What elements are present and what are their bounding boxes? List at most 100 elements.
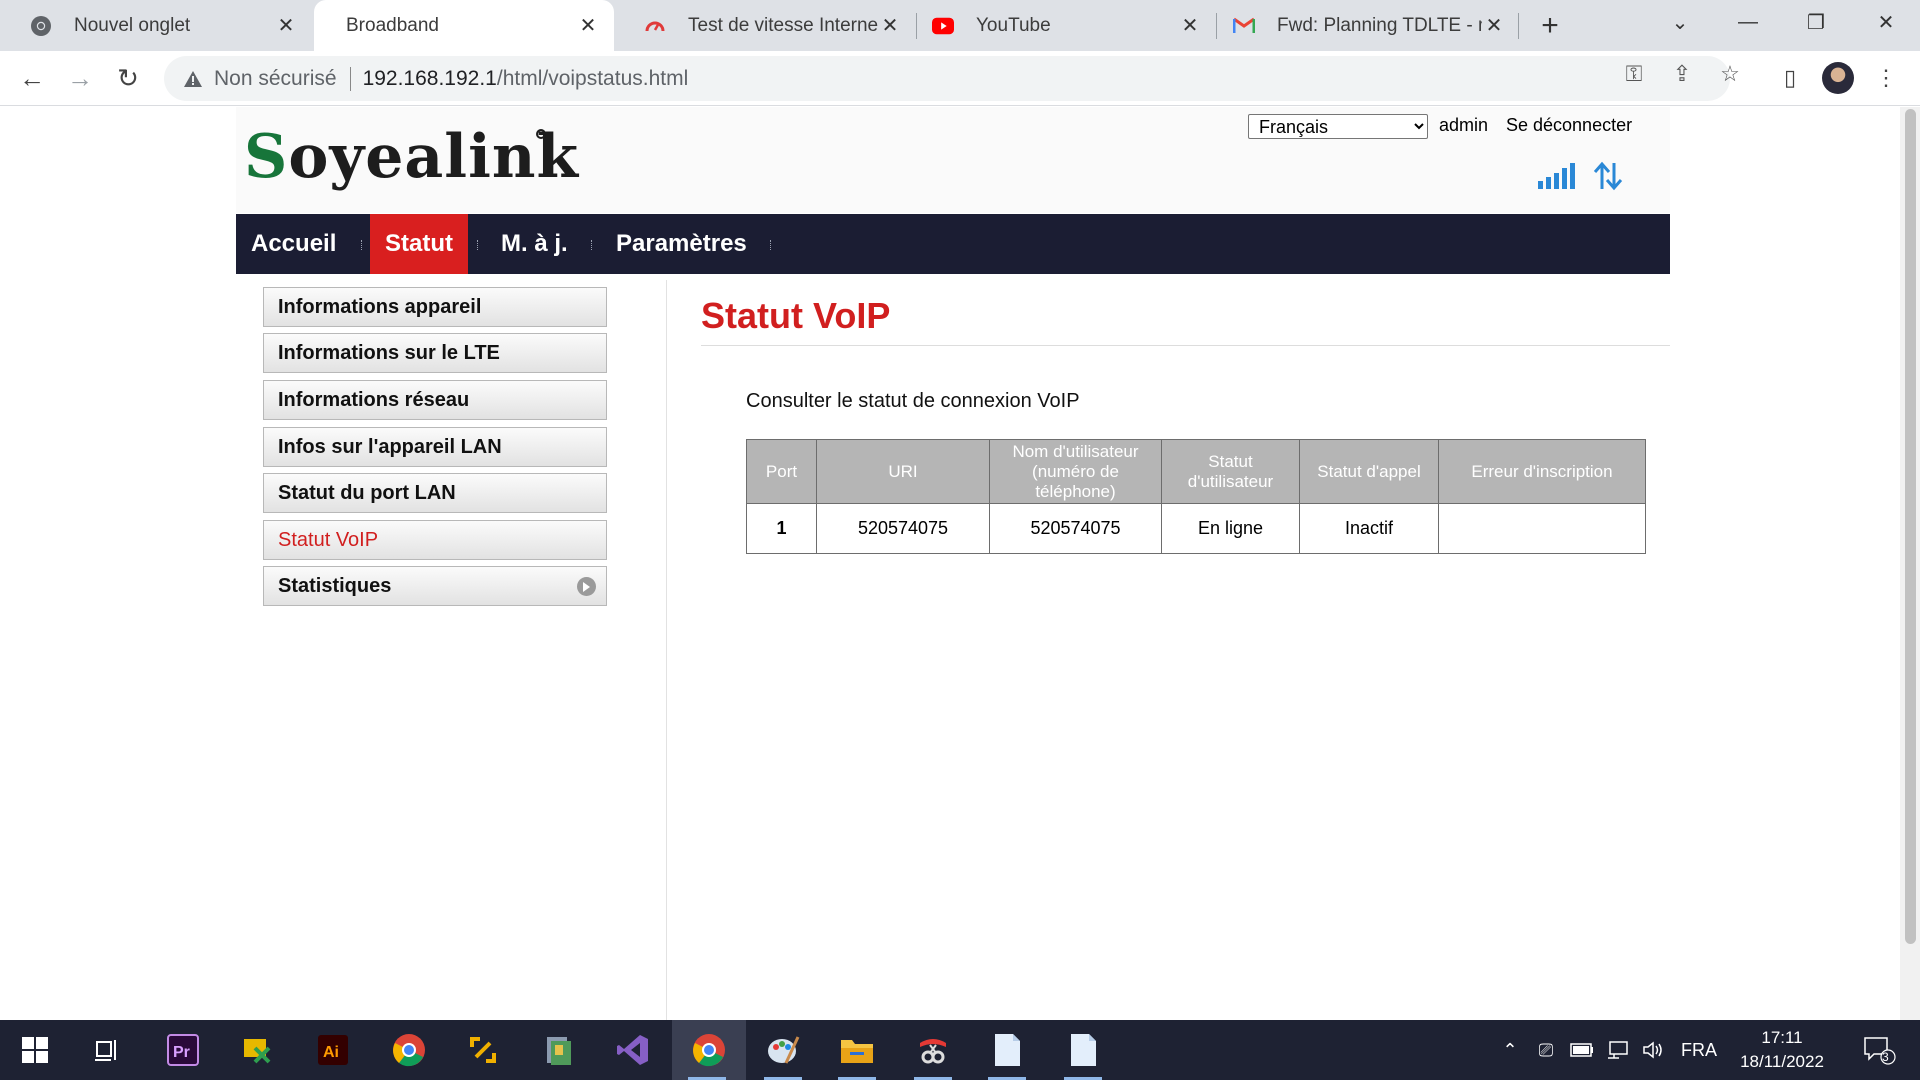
table-row: 1 520574075 520574075 En ligne Inactif — [746, 503, 1646, 554]
cell-registration-error — [1438, 503, 1646, 554]
tab-youtube[interactable]: YouTube ✕ — [902, 0, 1216, 51]
input-language-indicator[interactable]: FRA — [1676, 1020, 1722, 1080]
start-button[interactable] — [0, 1020, 70, 1080]
chrome-active-icon[interactable] — [672, 1020, 746, 1080]
minimize-button[interactable]: — — [1720, 0, 1776, 44]
volume-icon[interactable] — [1638, 1020, 1670, 1080]
illustrator-icon[interactable]: Ai — [298, 1020, 368, 1080]
snipping-tool-icon[interactable] — [898, 1020, 968, 1080]
meet-now-icon[interactable]: ⎚ — [1532, 1020, 1560, 1080]
close-icon[interactable]: ✕ — [878, 14, 902, 38]
signal-strength-icon — [1538, 163, 1575, 189]
notepad-icon-2[interactable] — [1048, 1020, 1118, 1080]
back-button[interactable]: ← — [14, 60, 50, 96]
column-header-uri: URI — [816, 439, 990, 504]
arrows-app-icon[interactable] — [448, 1020, 518, 1080]
sidebar-item-informations-reseau[interactable]: Informations réseau — [263, 380, 607, 420]
close-icon[interactable]: ✕ — [576, 14, 600, 38]
close-icon[interactable]: ✕ — [274, 14, 298, 38]
sidebar-item-statistiques[interactable]: Statistiques — [263, 566, 607, 606]
tab-gmail[interactable]: Fwd: Planning TDLTE - mc ✕ — [1203, 0, 1520, 51]
nav-parametres[interactable]: Paramètres — [601, 214, 762, 274]
archive-app-icon[interactable] — [524, 1020, 594, 1080]
nav-accueil[interactable]: Accueil — [236, 214, 351, 274]
divider — [349, 66, 351, 91]
browser-toolbar: ← → ↻ Non sécurisé 192.168.192.1/html/vo… — [0, 51, 1920, 106]
url-host: 192.168.192.1 — [362, 66, 497, 90]
tab-broadband[interactable]: Broadband ✕ — [314, 0, 614, 51]
new-tab-button[interactable]: + — [1534, 9, 1566, 42]
close-window-button[interactable]: ✕ — [1858, 0, 1914, 44]
sidebar-item-label: Statistiques — [278, 574, 392, 597]
url-path: /html/voipstatus.html — [496, 66, 689, 90]
security-label[interactable]: Non sécurisé — [214, 67, 337, 91]
logo-dot — [536, 129, 546, 139]
sidebar-item-statut-voip[interactable]: Statut VoIP — [263, 520, 607, 560]
sidebar-item-label: Informations réseau — [278, 388, 470, 411]
tab-nouvel-onglet[interactable]: Nouvel onglet ✕ — [0, 0, 312, 51]
chrome-taskbar-icon[interactable] — [374, 1020, 444, 1080]
notification-center-button[interactable]: 3 — [1854, 1020, 1904, 1080]
sidebar-item-informations-lte[interactable]: Informations sur le LTE — [263, 333, 607, 373]
sidebar-item-statut-port-lan[interactable]: Statut du port LAN — [263, 473, 607, 513]
cell-user-status: En ligne — [1161, 503, 1300, 554]
title-divider — [701, 345, 1670, 346]
sidebar-item-label: Infos sur l'appareil LAN — [278, 435, 502, 458]
key-icon[interactable]: ⚿ — [1622, 61, 1646, 86]
remote-app-icon[interactable] — [222, 1020, 292, 1080]
side-panel-icon[interactable]: ▯ — [1772, 60, 1808, 96]
close-icon[interactable]: ✕ — [1482, 14, 1506, 38]
warning-icon — [182, 68, 204, 90]
chevron-up-icon[interactable]: ⌃ — [1496, 1020, 1524, 1080]
browser-tab-strip: Nouvel onglet ✕ Broadband ✕ Test de vite… — [0, 0, 1920, 51]
chrome-icon — [30, 15, 52, 37]
cell-port: 1 — [746, 503, 817, 554]
notification-count: 3 — [1882, 1050, 1889, 1064]
language-select[interactable]: Français — [1248, 114, 1428, 139]
sidebar-item-label: Statut VoIP — [278, 528, 379, 551]
scrollbar-thumb[interactable] — [1905, 109, 1916, 944]
task-view-button[interactable] — [72, 1020, 142, 1080]
cell-username: 520574075 — [989, 503, 1162, 554]
tab-title: Fwd: Planning TDLTE - mc — [1277, 14, 1482, 36]
close-icon[interactable]: ✕ — [1178, 14, 1202, 38]
windows-taskbar: Pr Ai ⌃ ⎚ FRA 17:11 18/11/2022 3 — [0, 1020, 1920, 1080]
tab-title: Test de vitesse Internet | F — [688, 14, 878, 36]
nav-separator — [477, 240, 478, 250]
column-header-user-status: Statut d'utilisateur — [1161, 439, 1300, 504]
cell-call-status: Inactif — [1299, 503, 1439, 554]
table-header-row: Port URI Nom d'utilisateur (numéro de té… — [746, 439, 1646, 504]
page-viewport: Soyealink Français admin Se déconnecter … — [0, 107, 1900, 1020]
speedtest-icon — [644, 15, 666, 37]
nav-separator — [770, 240, 771, 250]
nav-mise-a-jour[interactable]: M. à j. — [486, 214, 583, 274]
profile-button[interactable] — [1820, 60, 1856, 96]
sidebar-item-infos-appareil-lan[interactable]: Infos sur l'appareil LAN — [263, 427, 607, 467]
nav-statut[interactable]: Statut — [370, 214, 468, 274]
tab-search-icon[interactable]: ⌄ — [1652, 0, 1708, 44]
file-explorer-icon[interactable] — [822, 1020, 892, 1080]
battery-icon[interactable] — [1566, 1020, 1598, 1080]
page-scrollbar[interactable] — [1900, 107, 1920, 1020]
logout-link[interactable]: Se déconnecter — [1506, 115, 1632, 136]
premiere-pro-icon[interactable]: Pr — [148, 1020, 218, 1080]
clock[interactable]: 17:11 18/11/2022 — [1730, 1026, 1834, 1074]
share-icon[interactable]: ⇪ — [1670, 61, 1694, 86]
visual-studio-icon[interactable] — [598, 1020, 668, 1080]
username-label: admin — [1439, 115, 1489, 135]
address-bar[interactable]: Non sécurisé 192.168.192.1/html/voipstat… — [164, 56, 1730, 101]
forward-button[interactable]: → — [62, 60, 98, 96]
notepad-icon[interactable] — [972, 1020, 1042, 1080]
reload-button[interactable]: ↻ — [110, 60, 146, 96]
column-header-call-status: Statut d'appel — [1299, 439, 1439, 504]
sidebar-item-informations-appareil[interactable]: Informations appareil — [263, 287, 607, 327]
notification-icon — [1864, 1037, 1896, 1065]
network-icon[interactable] — [1602, 1020, 1634, 1080]
star-icon[interactable]: ☆ — [1718, 61, 1742, 86]
menu-icon[interactable]: ⋮ — [1868, 60, 1904, 96]
tab-speedtest[interactable]: Test de vitesse Internet | F ✕ — [614, 0, 916, 51]
paint-icon[interactable] — [748, 1020, 818, 1080]
restore-button[interactable]: ❐ — [1788, 0, 1844, 44]
sidebar-item-label: Informations sur le LTE — [278, 341, 500, 364]
column-header-port: Port — [746, 439, 817, 504]
